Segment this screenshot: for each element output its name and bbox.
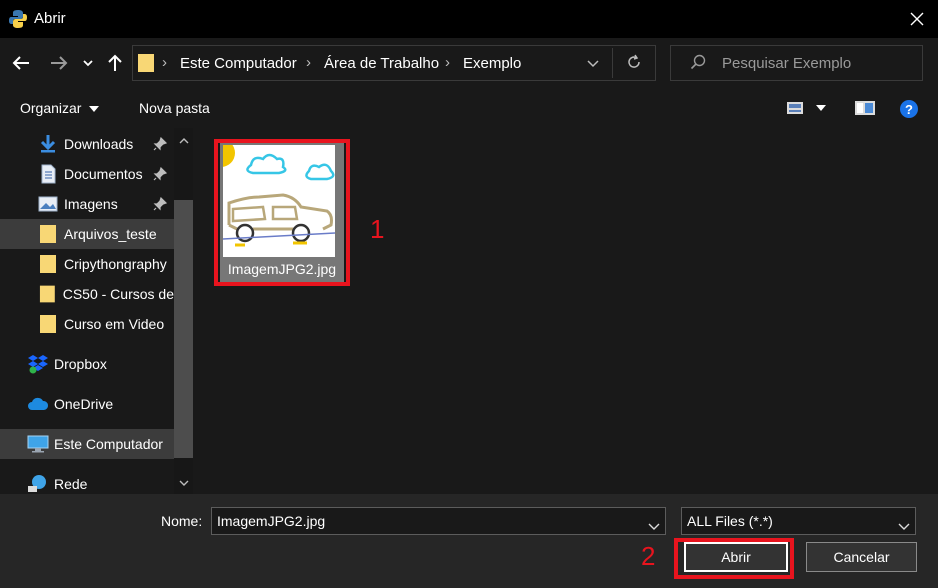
back-button[interactable] <box>8 50 34 76</box>
sidebar-item-arquivos-teste[interactable]: Arquivos_teste <box>0 219 174 249</box>
up-arrow-icon <box>108 54 122 71</box>
folder-icon <box>40 315 56 333</box>
annotation-box-1 <box>214 139 350 286</box>
chevron-down-icon <box>587 60 599 68</box>
sidebar-item-label: Dropbox <box>54 356 107 372</box>
annotation-box-2 <box>674 538 794 579</box>
folder-icon <box>40 225 56 243</box>
chevron-up-icon <box>179 138 188 144</box>
sidebar-item-label: Imagens <box>64 196 118 212</box>
sidebar-item-este-computador[interactable]: Este Computador <box>0 429 174 459</box>
sidebar-item-label: Documentos <box>64 166 143 182</box>
recent-locations-button[interactable] <box>78 50 98 76</box>
sidebar-item-label: Arquivos_teste <box>64 226 157 242</box>
pictures-icon <box>38 196 58 212</box>
address-dropdown-button[interactable] <box>586 56 600 72</box>
sidebar-item-documentos[interactable]: Documentos <box>0 159 174 189</box>
chevron-down-icon <box>898 523 910 530</box>
file-name-label: Nome: <box>161 513 203 529</box>
python-app-icon <box>8 9 28 29</box>
onedrive-cloud-icon <box>28 397 49 410</box>
breadcrumb-separator-icon: › <box>162 54 167 71</box>
window-title: Abrir <box>34 10 66 27</box>
sidebar-item-label: Rede <box>54 476 88 492</box>
sidebar-item-label: CS50 - Cursos de <box>62 286 174 302</box>
organize-button[interactable]: Organizar <box>20 100 100 116</box>
dropbox-icon <box>28 355 48 374</box>
sidebar-item-cs50[interactable]: CS50 - Cursos de <box>0 279 174 309</box>
svg-text:?: ? <box>905 102 913 117</box>
scroll-up-button[interactable] <box>174 132 193 150</box>
pin-icon <box>153 167 167 181</box>
sidebar-item-label: Cripythongraphy <box>64 256 167 272</box>
sidebar-item-label: OneDrive <box>54 396 114 412</box>
download-arrow-icon <box>40 135 56 153</box>
cancel-button[interactable]: Cancelar <box>806 542 917 572</box>
chevron-down-icon <box>179 480 188 486</box>
scrollbar-thumb[interactable] <box>174 200 193 458</box>
folder-icon <box>137 52 155 74</box>
pin-icon <box>153 197 167 211</box>
file-type-value: ALL Files (*.*) <box>687 513 773 529</box>
caret-down-icon <box>89 106 100 113</box>
breadcrumb-area-de-trabalho[interactable]: Área de Trabalho <box>324 55 439 72</box>
sidebar-item-dropbox[interactable]: Dropbox <box>0 349 174 379</box>
sidebar-item-label: Este Computador <box>54 436 163 452</box>
breadcrumb-separator-icon: › <box>306 54 311 71</box>
back-arrow-icon <box>12 56 29 70</box>
change-view-button[interactable] <box>786 101 826 118</box>
help-icon: ? <box>900 100 918 118</box>
close-icon <box>910 12 924 26</box>
up-button[interactable] <box>102 50 128 76</box>
sidebar-item-onedrive[interactable]: OneDrive <box>0 389 174 419</box>
network-icon <box>28 475 46 492</box>
sidebar-item-label: Curso em Video <box>64 316 165 332</box>
new-folder-button[interactable]: Nova pasta <box>139 100 210 116</box>
sidebar-item-imagens[interactable]: Imagens <box>0 189 174 219</box>
help-button[interactable]: ? <box>899 99 919 122</box>
preview-pane-icon <box>855 101 875 115</box>
chevron-down-icon <box>648 523 660 530</box>
search-placeholder: Pesquisar Exemplo <box>722 55 852 72</box>
annotation-marker-2: 2 <box>641 541 656 571</box>
file-name-dropdown[interactable] <box>648 517 660 533</box>
file-type-dropdown[interactable] <box>898 517 910 533</box>
pin-icon <box>153 137 167 151</box>
organize-label: Organizar <box>20 100 82 116</box>
sidebar-item-downloads[interactable]: Downloads <box>0 129 174 159</box>
computer-icon <box>27 435 49 453</box>
preview-pane-button[interactable] <box>855 101 875 118</box>
scroll-down-button[interactable] <box>174 474 193 492</box>
view-options-icon <box>787 102 826 114</box>
forward-arrow-icon <box>51 56 68 70</box>
close-button[interactable] <box>900 4 934 34</box>
chevron-down-icon <box>83 60 93 67</box>
document-icon <box>41 164 56 184</box>
folder-icon <box>39 285 55 303</box>
refresh-button[interactable] <box>626 54 642 73</box>
sidebar-item-curso-em-video[interactable]: Curso em Video <box>0 309 174 339</box>
breadcrumb-este-computador[interactable]: Este Computador <box>180 55 297 72</box>
breadcrumb-exemplo[interactable]: Exemplo <box>463 55 521 72</box>
refresh-icon <box>628 54 640 68</box>
file-name-value: ImagemJPG2.jpg <box>217 513 326 529</box>
breadcrumb-separator-icon: › <box>445 54 450 71</box>
forward-button[interactable] <box>46 50 72 76</box>
annotation-marker-1: 1 <box>370 214 385 244</box>
search-icon <box>690 54 706 73</box>
sidebar-item-label: Downloads <box>64 136 134 152</box>
title-bar <box>0 0 938 38</box>
sidebar-item-cripythongraphy[interactable]: Cripythongraphy <box>0 249 174 279</box>
divider <box>612 48 613 78</box>
folder-icon <box>40 255 56 273</box>
